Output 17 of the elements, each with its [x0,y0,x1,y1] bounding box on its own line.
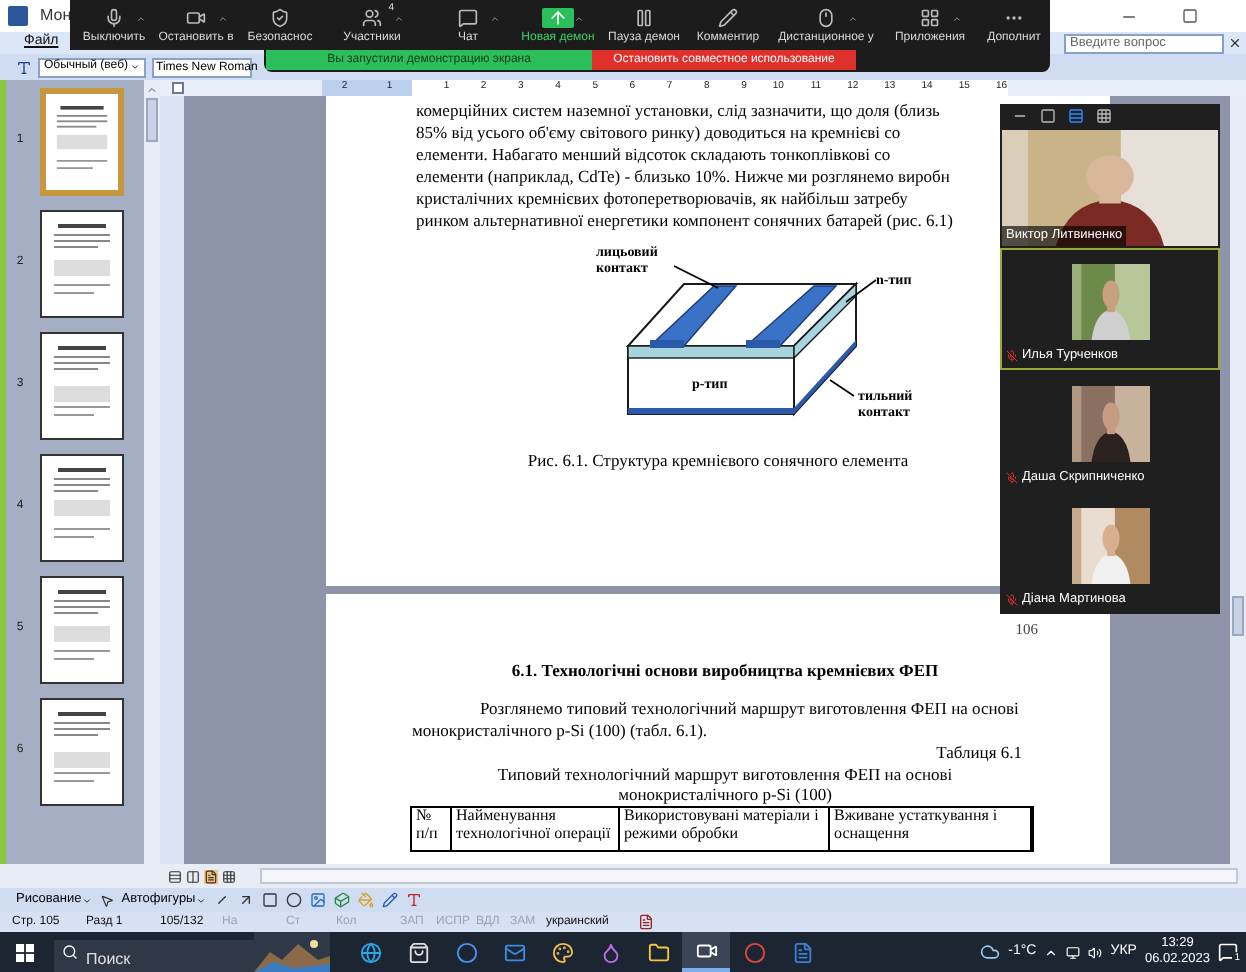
body-text-line: елементи (наприклад, CdTe) - близько 10%. Нижче ми розглянемо виробн [416,166,950,188]
body-text-line: кристалічних кремнієвих фотоперетворювачів, як найбільш затребу [416,188,908,210]
figure-caption: Рис. 6.1. Структура кремнієвого сонячного елемента [527,450,909,470]
paragraph: Розглянемо типовий технологічний маршрут виготовлення ФЕП на основі монокристалічного p-Si (100) (табл. 6.1). [412,698,1021,743]
table-title: Типовий технологічний маршрут виготовлення ФЕП на основі монокристалічного p-Si (100) [495,764,955,805]
table-header-cell: № п/п [412,808,452,851]
search-field[interactable]: Поиск [54,939,254,972]
body-text-line: 85% від усього об'єму світового ринку) доводиться на кремнієві со [416,122,901,144]
body-text-line: комерційних систем наземної установки, слід зазначити, що доля (близь [416,100,940,122]
section-heading: 6.1. Технологічні основи виробництва кремнієвих ФЕП [511,660,939,681]
table-header-cell: Вживане устаткування і оснащення [830,808,1032,851]
body-text-line: ринком альтернативної енергетики компонент сонячних батарей (рис. 6.1) [416,210,953,232]
table-header-cell: Найменування технологічної операції [452,808,620,851]
table-label: Таблиця 6.1 [936,742,1022,765]
body-text-line: елементи. Набагато менший відсоток складають тонкоплівкові со [416,144,891,166]
table-header-cell: Використовувані матеріали і режими обробки [620,808,830,851]
window-title: Мон [40,4,72,28]
